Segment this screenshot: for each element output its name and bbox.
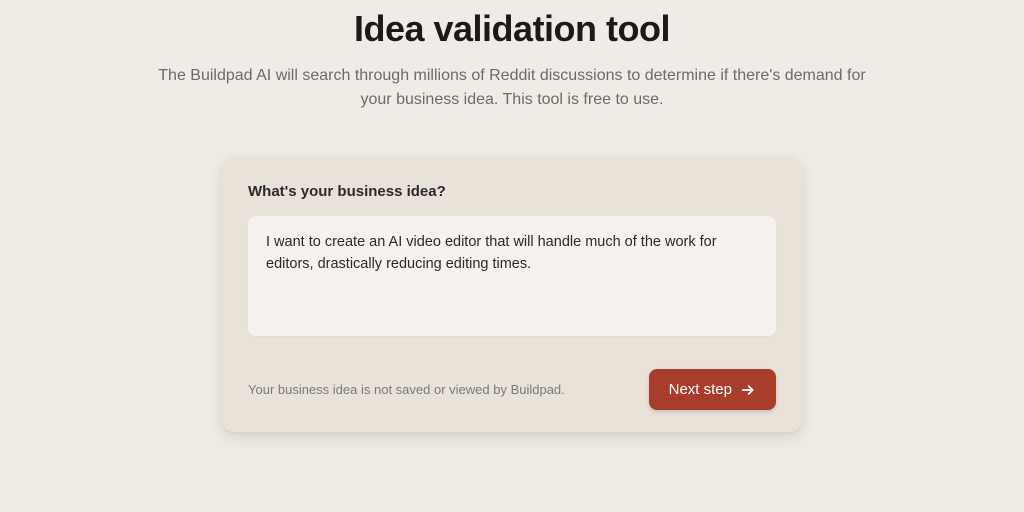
next-button-label: Next step (669, 381, 732, 398)
idea-card: What's your business idea? Your business… (222, 157, 802, 432)
disclaimer-text: Your business idea is not saved or viewe… (248, 382, 565, 397)
idea-textarea[interactable] (248, 216, 776, 336)
page-subtitle: The Buildpad AI will search through mill… (152, 64, 872, 112)
next-step-button[interactable]: Next step (649, 369, 776, 410)
arrow-right-icon (740, 382, 756, 398)
idea-label: What's your business idea? (248, 183, 776, 200)
card-footer: Your business idea is not saved or viewe… (248, 369, 776, 410)
page-title: Idea validation tool (354, 8, 670, 50)
